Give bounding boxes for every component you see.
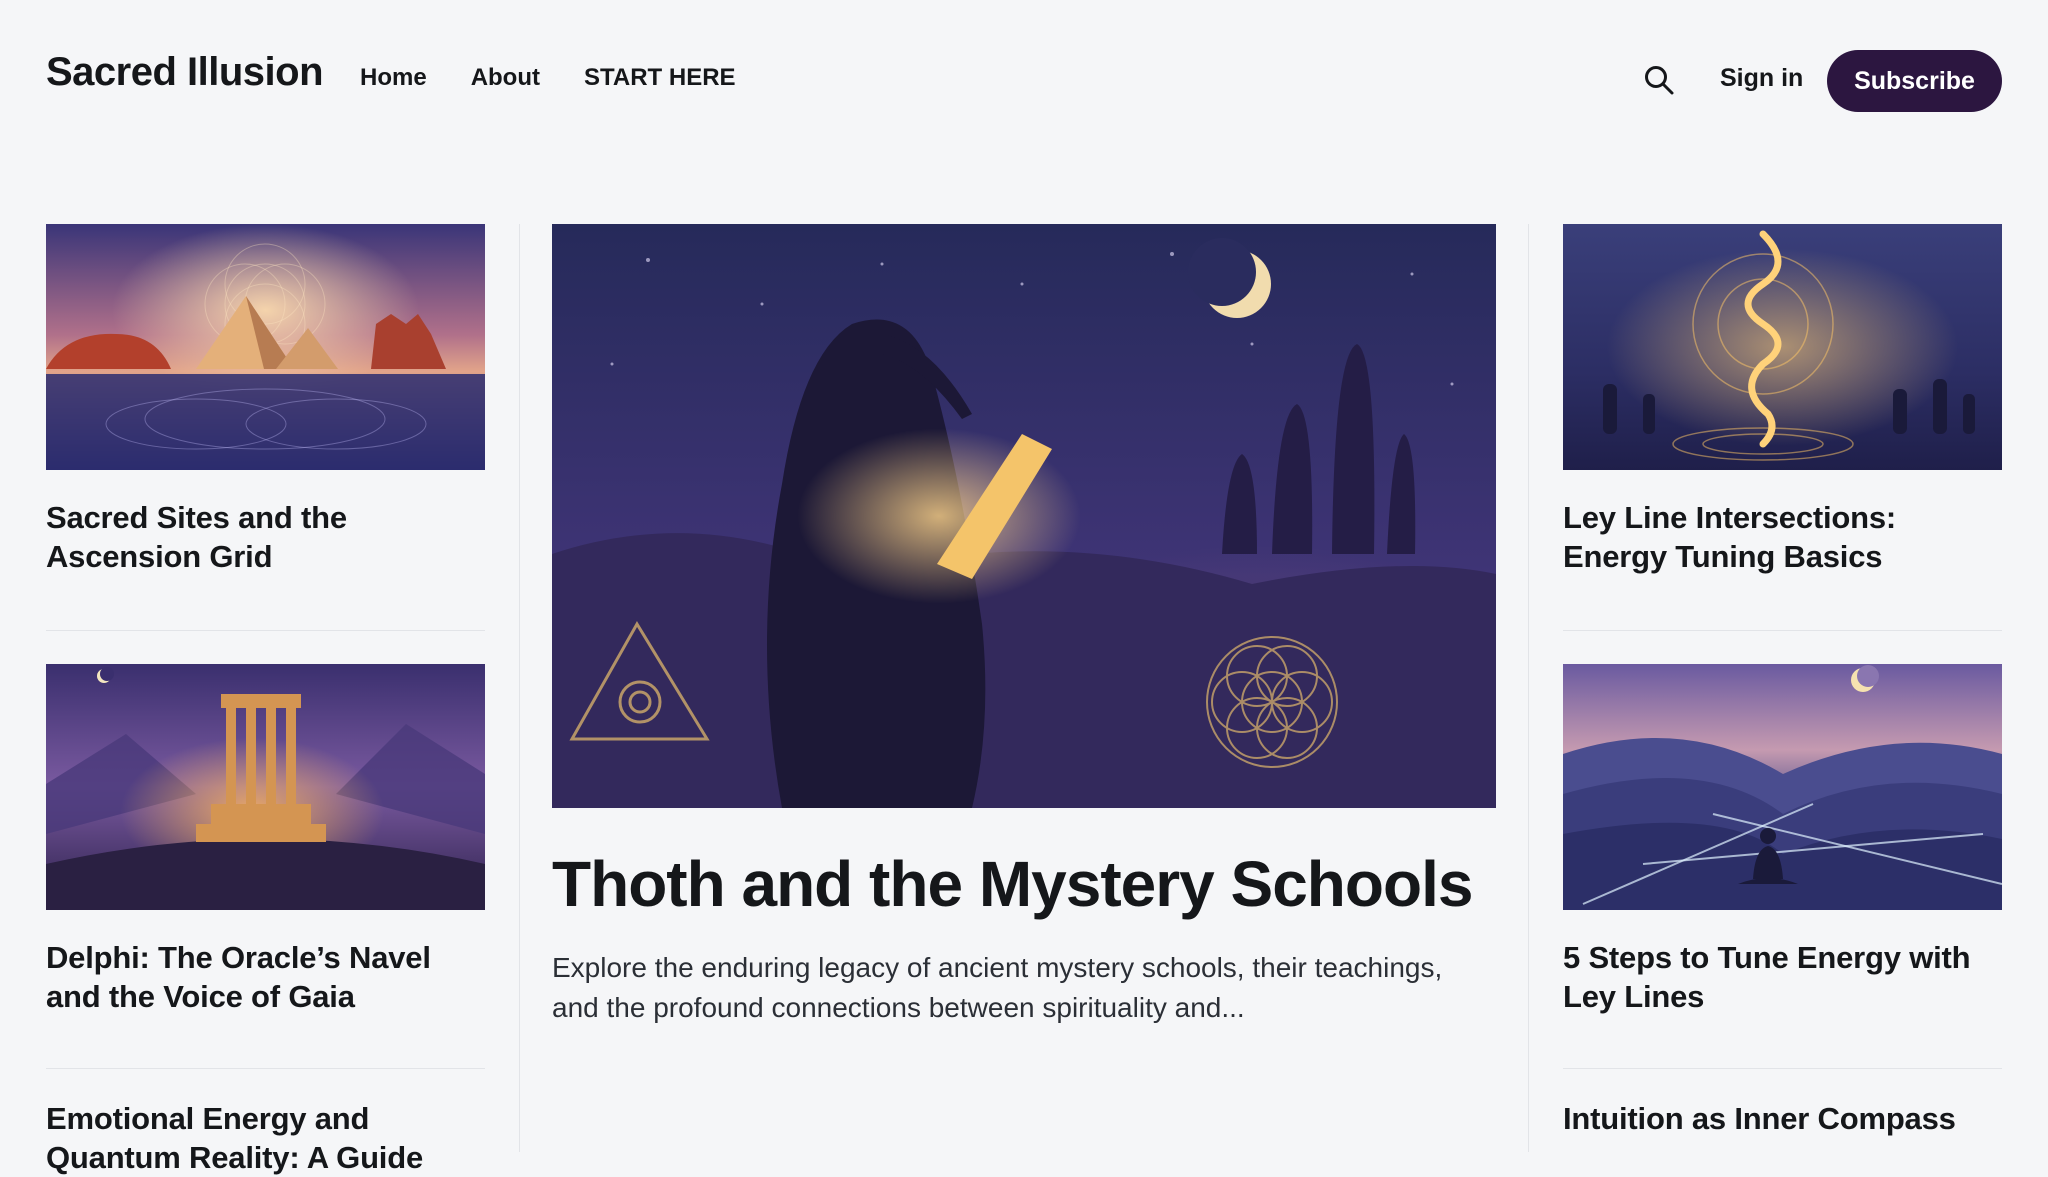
- nav-home[interactable]: Home: [360, 64, 427, 92]
- site-header: Sacred Illusion Home About START HERE Si…: [0, 0, 2048, 160]
- divider: [46, 1068, 485, 1069]
- divider: [1563, 1068, 2002, 1069]
- post-title[interactable]: Delphi: The Oracle’s Navel and the Voice…: [46, 938, 486, 1016]
- post-title[interactable]: Intuition as Inner Compass: [1563, 1099, 2003, 1138]
- subscribe-button[interactable]: Subscribe: [1827, 50, 2002, 112]
- divider: [46, 630, 485, 631]
- post-image-sacred-sites[interactable]: [46, 224, 485, 470]
- post-title[interactable]: Ley Line Intersections: Energy Tuning Ba…: [1563, 498, 2003, 576]
- featured-excerpt: Explore the enduring legacy of ancient m…: [552, 952, 1443, 1023]
- signin-link[interactable]: Sign in: [1720, 64, 1803, 93]
- post-title[interactable]: Sacred Sites and the Ascension Grid: [46, 498, 486, 576]
- post-image-delphi[interactable]: [46, 664, 485, 910]
- column-divider: [1528, 224, 1529, 1152]
- divider: [1563, 630, 2002, 631]
- featured-image-thoth[interactable]: [552, 224, 1496, 808]
- nav-about[interactable]: About: [471, 64, 540, 92]
- featured-title[interactable]: Thoth and the Mystery Schools: [552, 846, 1492, 922]
- search-icon[interactable]: [1643, 64, 1675, 96]
- nav-start-here[interactable]: START HERE: [584, 64, 736, 92]
- post-image-tune-energy[interactable]: [1563, 664, 2002, 910]
- post-title[interactable]: 5 Steps to Tune Energy with Ley Lines: [1563, 938, 2003, 1016]
- column-divider: [519, 224, 520, 1152]
- site-logo[interactable]: Sacred Illusion: [46, 50, 324, 95]
- main-nav: Home About START HERE: [360, 64, 736, 92]
- post-image-ley-line-intersections[interactable]: [1563, 224, 2002, 470]
- post-title[interactable]: Emotional Energy and Quantum Reality: A …: [46, 1099, 486, 1177]
